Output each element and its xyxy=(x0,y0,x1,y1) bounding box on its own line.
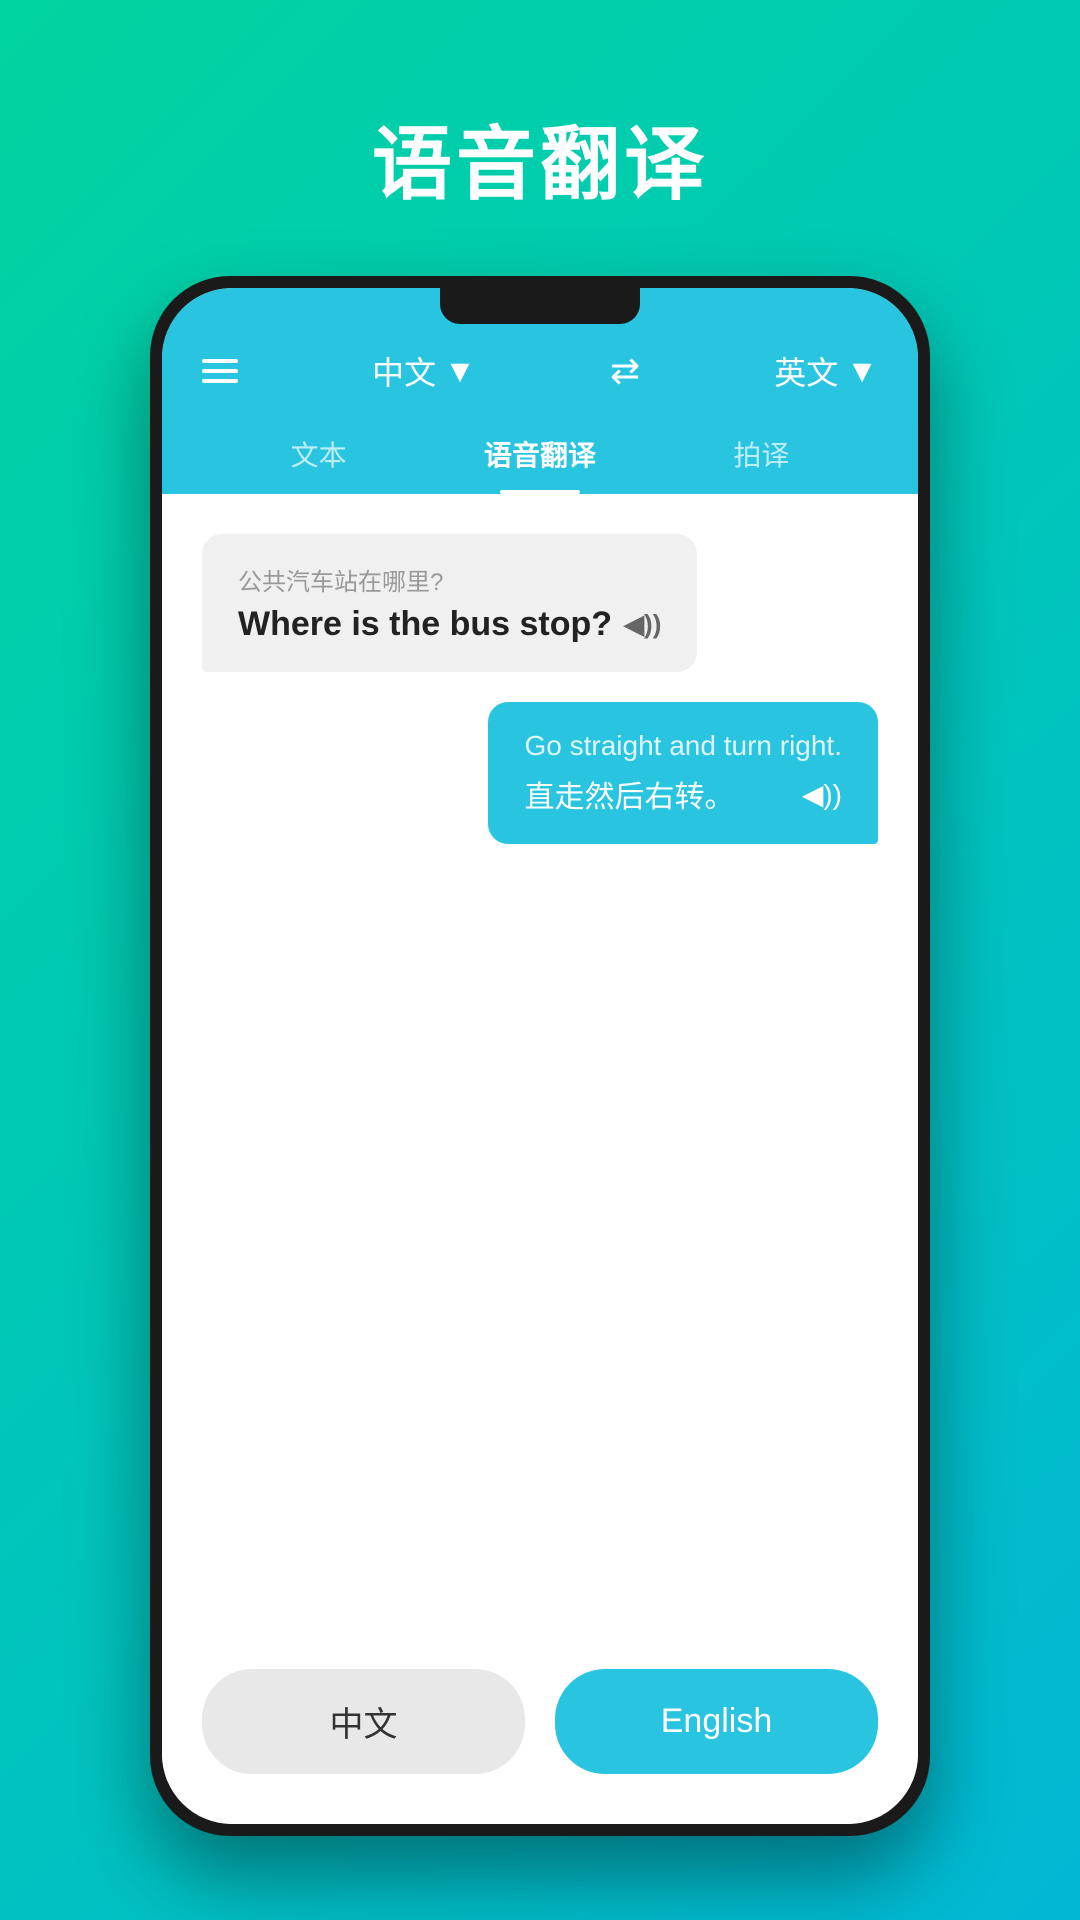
sound-icon-right[interactable]: ◀)) xyxy=(802,778,842,811)
chat-bubble-left: 公共汽车站在哪里? Where is the bus stop? ◀)) xyxy=(202,534,697,672)
chinese-language-button[interactable]: 中文 xyxy=(202,1669,525,1774)
bubble-left-translated: Where is the bus stop? ◀)) xyxy=(238,605,661,644)
phone-notch xyxy=(440,288,640,324)
phone-frame: 中文 ▼ ⇄ 英文 ▼ 文本 语音翻译 拍译 xyxy=(150,276,930,1836)
target-language-label: 英文 xyxy=(774,348,838,394)
tab-text[interactable]: 文本 xyxy=(261,414,377,494)
source-language-label: 中文 xyxy=(372,348,436,394)
swap-languages-icon[interactable]: ⇄ xyxy=(610,350,640,392)
bubble-left-original: 公共汽车站在哪里? xyxy=(238,562,661,597)
bubble-right-original: Go straight and turn right. xyxy=(524,730,842,762)
tab-voice-translate[interactable]: 语音翻译 xyxy=(454,414,626,494)
tab-bar: 文本 语音翻译 拍译 xyxy=(202,414,878,494)
bubble-right-translated: 直走然后右转。 ◀)) xyxy=(524,772,842,816)
header-nav: 中文 ▼ ⇄ 英文 ▼ xyxy=(202,348,878,414)
tab-photo-translate[interactable]: 拍译 xyxy=(703,414,819,494)
menu-icon[interactable] xyxy=(202,359,238,383)
target-language-selector[interactable]: 英文 ▼ xyxy=(774,348,878,394)
bubble-left-translation-text: Where is the bus stop? xyxy=(238,605,612,644)
chat-container: 公共汽车站在哪里? Where is the bus stop? ◀)) Go … xyxy=(202,534,878,1639)
phone-screen: 中文 ▼ ⇄ 英文 ▼ 文本 语音翻译 拍译 xyxy=(162,288,918,1824)
source-language-selector[interactable]: 中文 ▼ xyxy=(372,348,476,394)
page-title-text: 语音翻译 xyxy=(372,100,708,216)
sound-icon-left[interactable]: ◀)) xyxy=(624,609,661,640)
bubble-right-translation-text: 直走然后右转。 xyxy=(524,772,734,816)
content-area: 公共汽车站在哪里? Where is the bus stop? ◀)) Go … xyxy=(162,494,918,1639)
target-language-arrow-icon: ▼ xyxy=(846,353,878,390)
source-language-arrow-icon: ▼ xyxy=(444,353,476,390)
bottom-buttons: 中文 English xyxy=(162,1639,918,1824)
english-language-button[interactable]: English xyxy=(555,1669,878,1774)
chat-bubble-right: Go straight and turn right. 直走然后右转。 ◀)) xyxy=(488,702,878,844)
